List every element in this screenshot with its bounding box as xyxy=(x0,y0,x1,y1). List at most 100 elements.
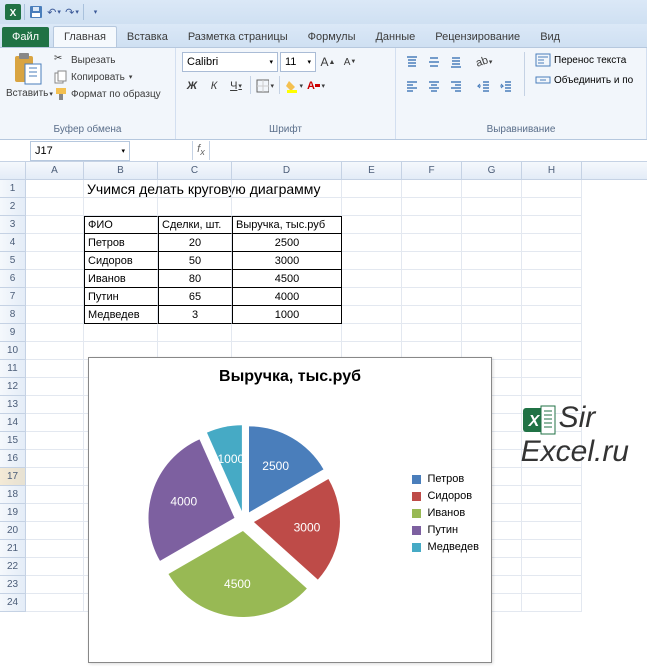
cell[interactable] xyxy=(402,234,462,252)
cell[interactable] xyxy=(462,270,522,288)
cell[interactable] xyxy=(462,288,522,306)
row-header[interactable]: 11 xyxy=(0,360,26,378)
cell[interactable] xyxy=(342,180,402,198)
cell[interactable] xyxy=(26,450,84,468)
cell[interactable] xyxy=(522,288,582,306)
orientation-icon[interactable]: ab▾ xyxy=(474,52,494,72)
cell[interactable]: Путин xyxy=(84,288,158,306)
cell[interactable] xyxy=(522,468,582,486)
name-box[interactable]: J17▾ xyxy=(30,141,130,161)
row-header[interactable]: 19 xyxy=(0,504,26,522)
cell[interactable] xyxy=(522,234,582,252)
cell[interactable] xyxy=(522,198,582,216)
cell[interactable]: Медведев xyxy=(84,306,158,324)
cell[interactable]: Выручка, тыс.руб xyxy=(232,216,342,234)
cell[interactable] xyxy=(462,306,522,324)
cell[interactable] xyxy=(522,360,582,378)
row-header[interactable]: 16 xyxy=(0,450,26,468)
cell[interactable] xyxy=(522,324,582,342)
cut-button[interactable]: ✂Вырезать xyxy=(52,52,163,68)
cell[interactable] xyxy=(26,288,84,306)
row-header[interactable]: 7 xyxy=(0,288,26,306)
cell[interactable] xyxy=(522,594,582,612)
row-header[interactable]: 17 xyxy=(0,468,26,486)
cell[interactable] xyxy=(26,432,84,450)
cell[interactable] xyxy=(462,198,522,216)
align-top-icon[interactable] xyxy=(402,52,422,72)
row-header[interactable]: 8 xyxy=(0,306,26,324)
cells-area[interactable]: Учимся делать круговую диаграмму ФИОСделк… xyxy=(26,180,647,612)
row-header[interactable]: 14 xyxy=(0,414,26,432)
tab-insert[interactable]: Вставка xyxy=(117,27,178,47)
cell[interactable] xyxy=(462,180,522,198)
cell[interactable] xyxy=(232,198,342,216)
cell[interactable] xyxy=(26,576,84,594)
cell[interactable] xyxy=(402,216,462,234)
cell[interactable] xyxy=(402,270,462,288)
cell[interactable] xyxy=(26,216,84,234)
cell[interactable]: 2500 xyxy=(232,234,342,252)
cell[interactable] xyxy=(522,576,582,594)
row-header[interactable]: 21 xyxy=(0,540,26,558)
cell[interactable] xyxy=(26,342,84,360)
redo-icon[interactable]: ↷▾ xyxy=(63,3,81,21)
cell[interactable] xyxy=(26,486,84,504)
col-header[interactable]: C xyxy=(158,162,232,179)
cell[interactable]: 3000 xyxy=(232,252,342,270)
cell[interactable] xyxy=(26,504,84,522)
row-header[interactable]: 18 xyxy=(0,486,26,504)
row-header[interactable]: 5 xyxy=(0,252,26,270)
format-painter-button[interactable]: Формат по образцу xyxy=(52,86,163,102)
tab-file[interactable]: Файл xyxy=(2,27,49,47)
undo-icon[interactable]: ↶▾ xyxy=(45,3,63,21)
tab-formulas[interactable]: Формулы xyxy=(298,27,366,47)
col-header[interactable]: E xyxy=(342,162,402,179)
cell[interactable] xyxy=(26,378,84,396)
cell[interactable] xyxy=(402,288,462,306)
fill-color-button[interactable]: ▾ xyxy=(284,76,304,96)
cell[interactable] xyxy=(402,198,462,216)
borders-button[interactable]: ▾ xyxy=(255,76,275,96)
increase-font-icon[interactable]: A▲ xyxy=(318,52,338,72)
row-header[interactable]: 12 xyxy=(0,378,26,396)
cell[interactable] xyxy=(26,396,84,414)
cell[interactable] xyxy=(26,180,84,198)
cell[interactable] xyxy=(342,216,402,234)
row-header[interactable]: 4 xyxy=(0,234,26,252)
row-header[interactable]: 15 xyxy=(0,432,26,450)
cell[interactable]: ФИО xyxy=(84,216,158,234)
cell[interactable]: Сделки, шт. xyxy=(158,216,232,234)
chart-object[interactable]: Выручка, тыс.руб 25003000450040001000 Пе… xyxy=(88,357,492,663)
select-all-corner[interactable] xyxy=(0,162,26,179)
tab-data[interactable]: Данные xyxy=(365,27,425,47)
row-header[interactable]: 3 xyxy=(0,216,26,234)
cell[interactable]: 65 xyxy=(158,288,232,306)
row-header[interactable]: 10 xyxy=(0,342,26,360)
copy-button[interactable]: Копировать▾ xyxy=(52,69,163,85)
cell[interactable] xyxy=(26,324,84,342)
cell[interactable] xyxy=(26,522,84,540)
cell[interactable] xyxy=(522,342,582,360)
cell[interactable] xyxy=(26,198,84,216)
cell[interactable]: 50 xyxy=(158,252,232,270)
cell[interactable] xyxy=(26,468,84,486)
row-header[interactable]: 24 xyxy=(0,594,26,612)
cell[interactable] xyxy=(462,216,522,234)
merge-center-button[interactable]: Объединить и по xyxy=(533,72,635,88)
col-header[interactable]: B xyxy=(84,162,158,179)
cell[interactable] xyxy=(158,324,232,342)
cell[interactable]: Учимся делать круговую диаграмму xyxy=(84,180,158,198)
cell[interactable] xyxy=(26,306,84,324)
cell[interactable] xyxy=(232,324,342,342)
decrease-indent-icon[interactable] xyxy=(474,76,494,96)
font-color-button[interactable]: A▾ xyxy=(306,76,326,96)
cell[interactable]: 20 xyxy=(158,234,232,252)
decrease-font-icon[interactable]: A▼ xyxy=(340,52,360,72)
cell[interactable] xyxy=(26,270,84,288)
cell[interactable] xyxy=(26,558,84,576)
cell[interactable] xyxy=(342,306,402,324)
cell[interactable] xyxy=(26,234,84,252)
cell[interactable] xyxy=(84,198,158,216)
cell[interactable] xyxy=(402,324,462,342)
cell[interactable] xyxy=(522,306,582,324)
